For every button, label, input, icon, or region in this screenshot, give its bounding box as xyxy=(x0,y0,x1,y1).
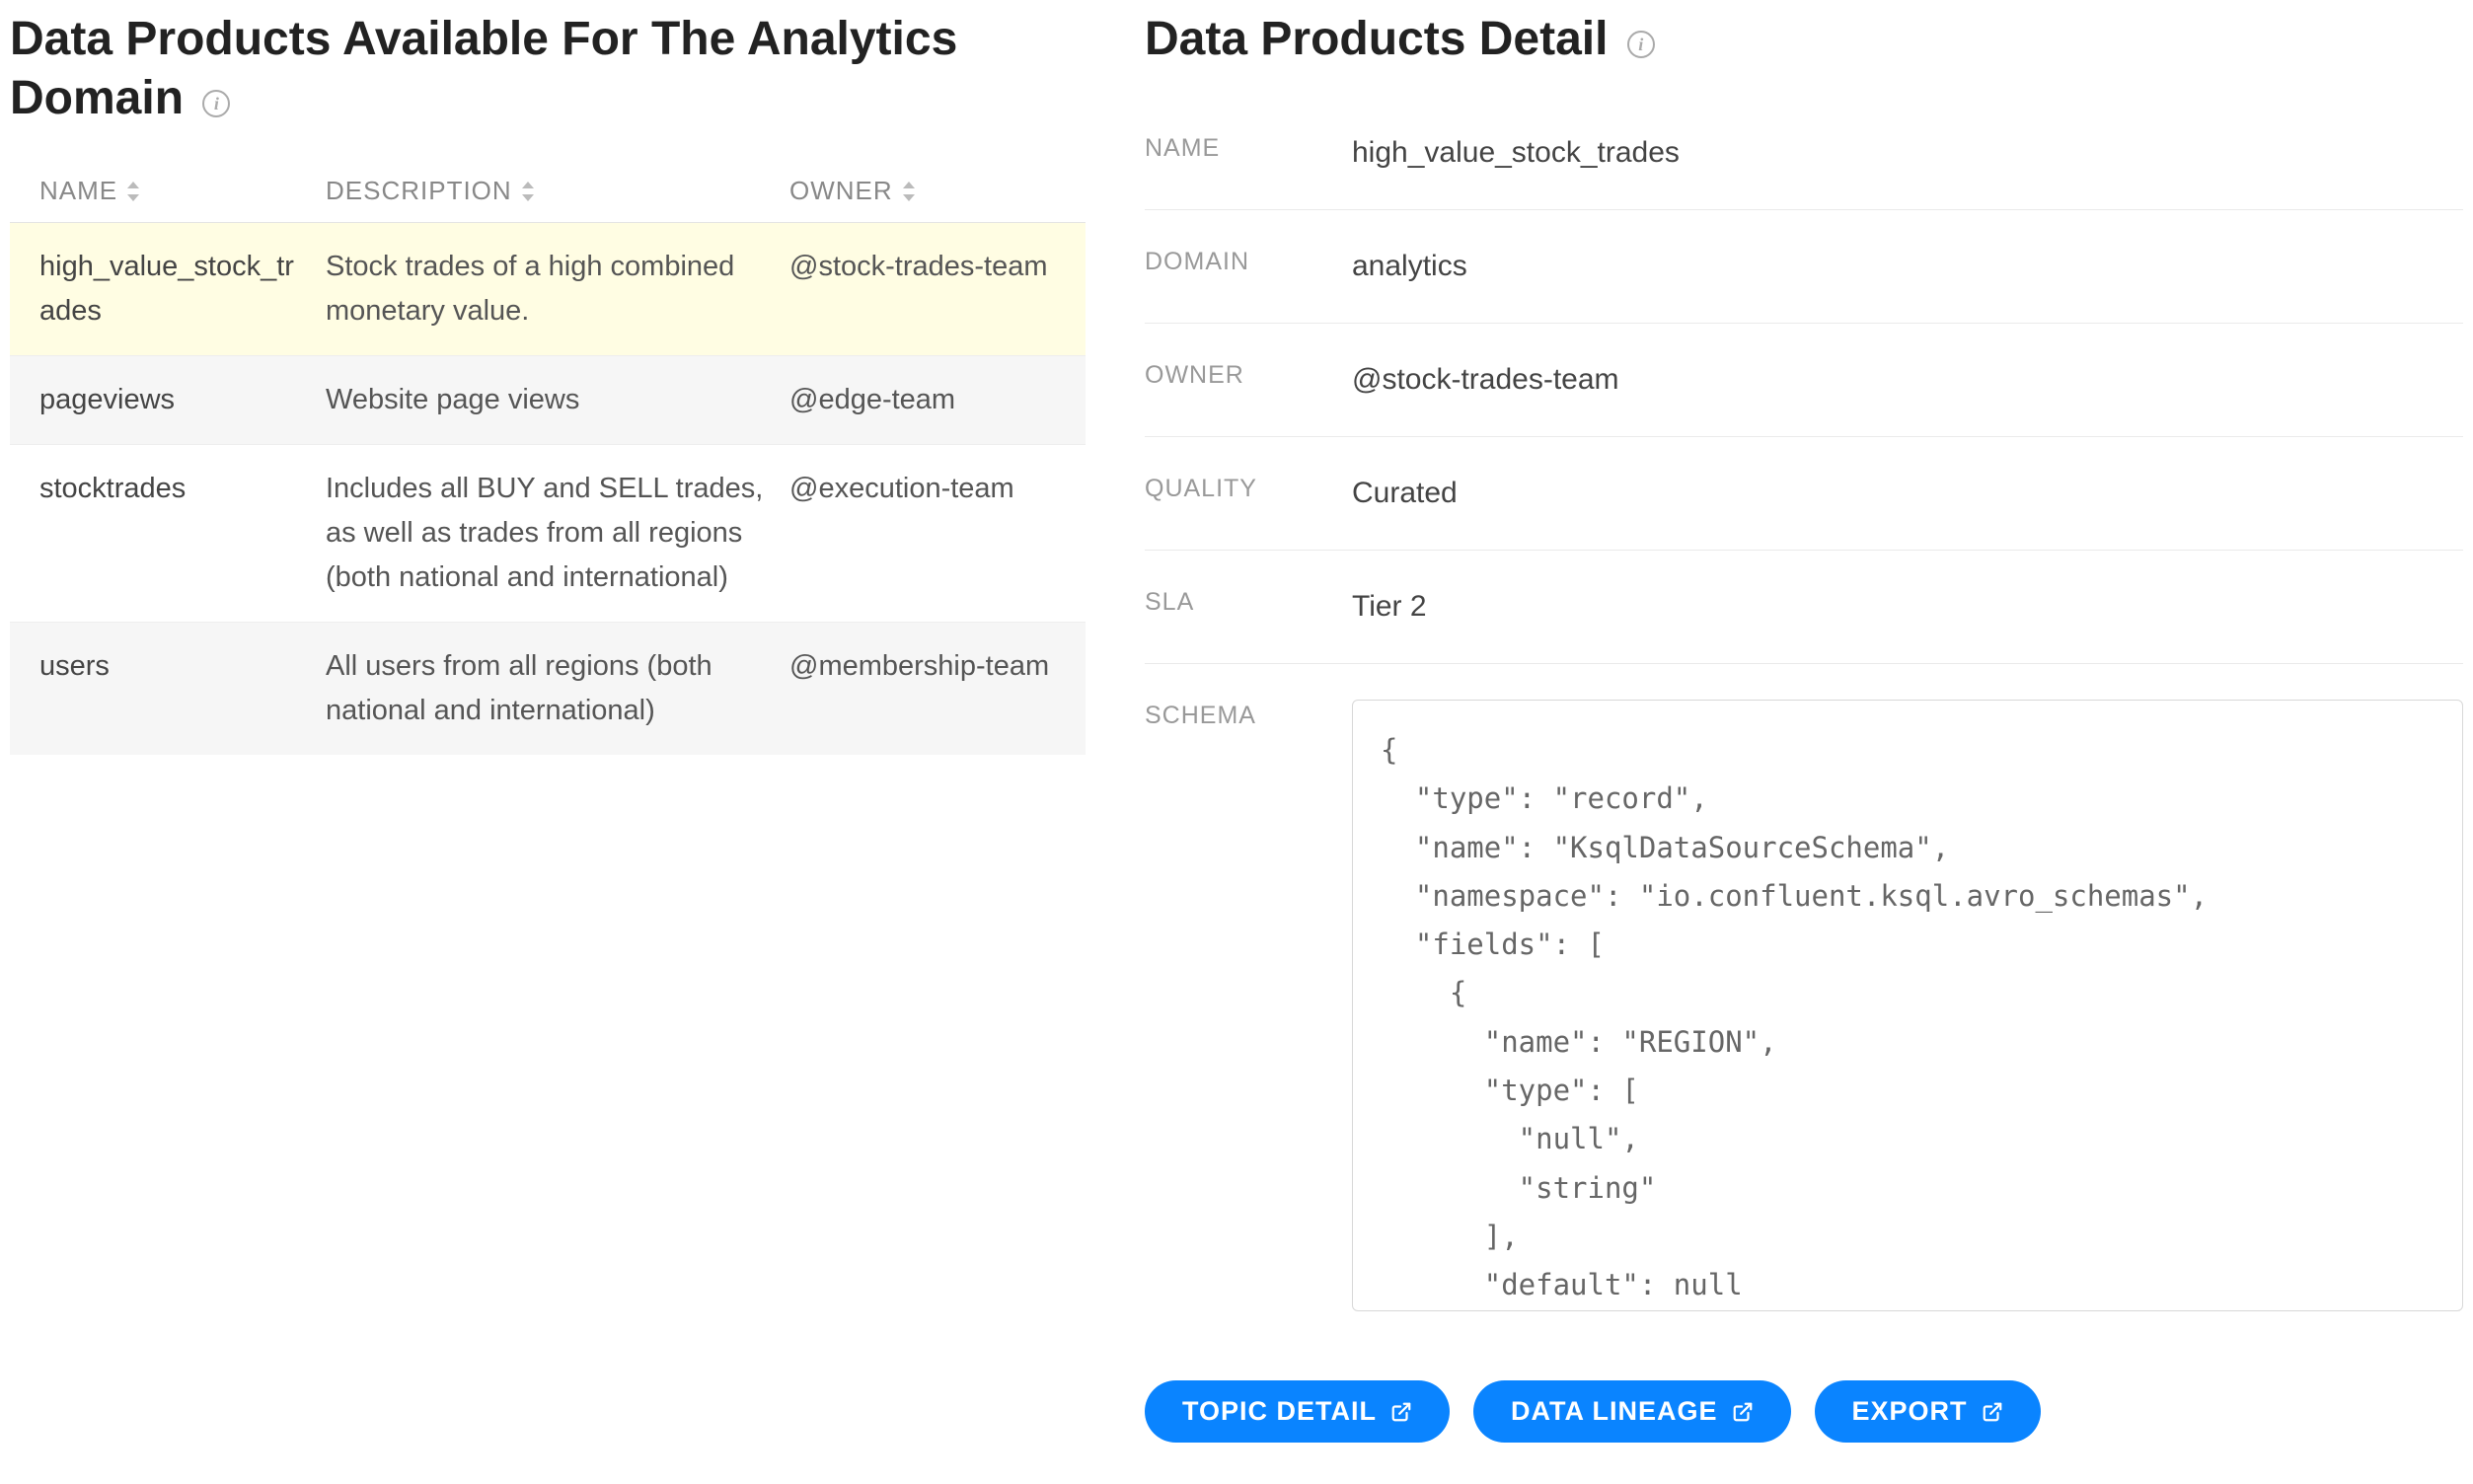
detail-label: QUALITY xyxy=(1145,473,1352,503)
col-header-owner-label: OWNER xyxy=(789,176,893,206)
schema-viewer[interactable]: { "type": "record", "name": "KsqlDataSou… xyxy=(1352,700,2463,1311)
detail-label: DOMAIN xyxy=(1145,246,1352,276)
col-header-description-label: DESCRIPTION xyxy=(326,176,512,206)
table-header: NAME DESCRIPTION OWNER xyxy=(10,156,1086,223)
product-detail-heading: Data Products Detail i xyxy=(1145,10,2463,69)
detail-row-domain: DOMAIN analytics xyxy=(1145,210,2463,324)
export-button[interactable]: EXPORT xyxy=(1815,1380,2041,1443)
product-detail-panel: Data Products Detail i NAME high_value_s… xyxy=(1145,10,2463,1443)
cell-description: Stock trades of a high combined monetary… xyxy=(326,245,789,334)
available-products-heading: Data Products Available For The Analytic… xyxy=(10,10,1086,128)
cell-name: pageviews xyxy=(10,378,326,422)
available-products-title: Data Products Available For The Analytic… xyxy=(10,13,957,124)
cell-owner: @stock-trades-team xyxy=(789,245,1086,334)
cell-owner: @membership-team xyxy=(789,644,1086,733)
sort-icon xyxy=(125,180,141,203)
available-products-panel: Data Products Available For The Analytic… xyxy=(10,10,1086,1443)
cell-description: Includes all BUY and SELL trades, as wel… xyxy=(326,467,789,600)
topic-detail-label: TOPIC DETAIL xyxy=(1182,1396,1377,1427)
table-row[interactable]: stocktradesIncludes all BUY and SELL tra… xyxy=(10,445,1086,623)
detail-value: Curated xyxy=(1352,473,2463,514)
external-link-icon xyxy=(1982,1401,2003,1423)
col-header-owner[interactable]: OWNER xyxy=(789,176,1086,206)
data-lineage-label: DATA LINEAGE xyxy=(1511,1396,1718,1427)
col-header-name[interactable]: NAME xyxy=(10,176,326,206)
detail-label: SCHEMA xyxy=(1145,700,1352,730)
col-header-description[interactable]: DESCRIPTION xyxy=(326,176,789,206)
detail-value: analytics xyxy=(1352,246,2463,287)
detail-value: high_value_stock_trades xyxy=(1352,132,2463,174)
sort-icon xyxy=(520,180,536,203)
detail-value: @stock-trades-team xyxy=(1352,359,2463,401)
cell-name: stocktrades xyxy=(10,467,326,600)
export-label: EXPORT xyxy=(1852,1396,1968,1427)
info-icon[interactable]: i xyxy=(1627,31,1655,58)
detail-actions: TOPIC DETAIL DATA LINEAGE EXPORT xyxy=(1145,1380,2463,1443)
cell-name: users xyxy=(10,644,326,733)
detail-list: NAME high_value_stock_trades DOMAIN anal… xyxy=(1145,97,2463,1311)
cell-owner: @execution-team xyxy=(789,467,1086,600)
info-icon[interactable]: i xyxy=(202,90,230,117)
table-row[interactable]: high_value_stock_tradesStock trades of a… xyxy=(10,223,1086,356)
col-header-name-label: NAME xyxy=(39,176,117,206)
cell-owner: @edge-team xyxy=(789,378,1086,422)
detail-label: NAME xyxy=(1145,132,1352,163)
detail-label: OWNER xyxy=(1145,359,1352,390)
table-row[interactable]: usersAll users from all regions (both na… xyxy=(10,623,1086,755)
products-table: NAME DESCRIPTION OWNER high_value_stock_… xyxy=(10,156,1086,755)
table-row[interactable]: pageviewsWebsite page views@edge-team xyxy=(10,356,1086,445)
sort-icon xyxy=(901,180,917,203)
detail-row-sla: SLA Tier 2 xyxy=(1145,551,2463,664)
cell-name: high_value_stock_trades xyxy=(10,245,326,334)
table-body: high_value_stock_tradesStock trades of a… xyxy=(10,223,1086,755)
data-lineage-button[interactable]: DATA LINEAGE xyxy=(1473,1380,1791,1443)
cell-description: All users from all regions (both nationa… xyxy=(326,644,789,733)
external-link-icon xyxy=(1732,1401,1754,1423)
cell-description: Website page views xyxy=(326,378,789,422)
detail-value: Tier 2 xyxy=(1352,586,2463,628)
detail-row-name: NAME high_value_stock_trades xyxy=(1145,97,2463,210)
external-link-icon xyxy=(1390,1401,1412,1423)
detail-row-schema: SCHEMA { "type": "record", "name": "Ksql… xyxy=(1145,664,2463,1311)
topic-detail-button[interactable]: TOPIC DETAIL xyxy=(1145,1380,1450,1443)
product-detail-title: Data Products Detail xyxy=(1145,13,1608,65)
detail-label: SLA xyxy=(1145,586,1352,617)
detail-row-owner: OWNER @stock-trades-team xyxy=(1145,324,2463,437)
detail-row-quality: QUALITY Curated xyxy=(1145,437,2463,551)
